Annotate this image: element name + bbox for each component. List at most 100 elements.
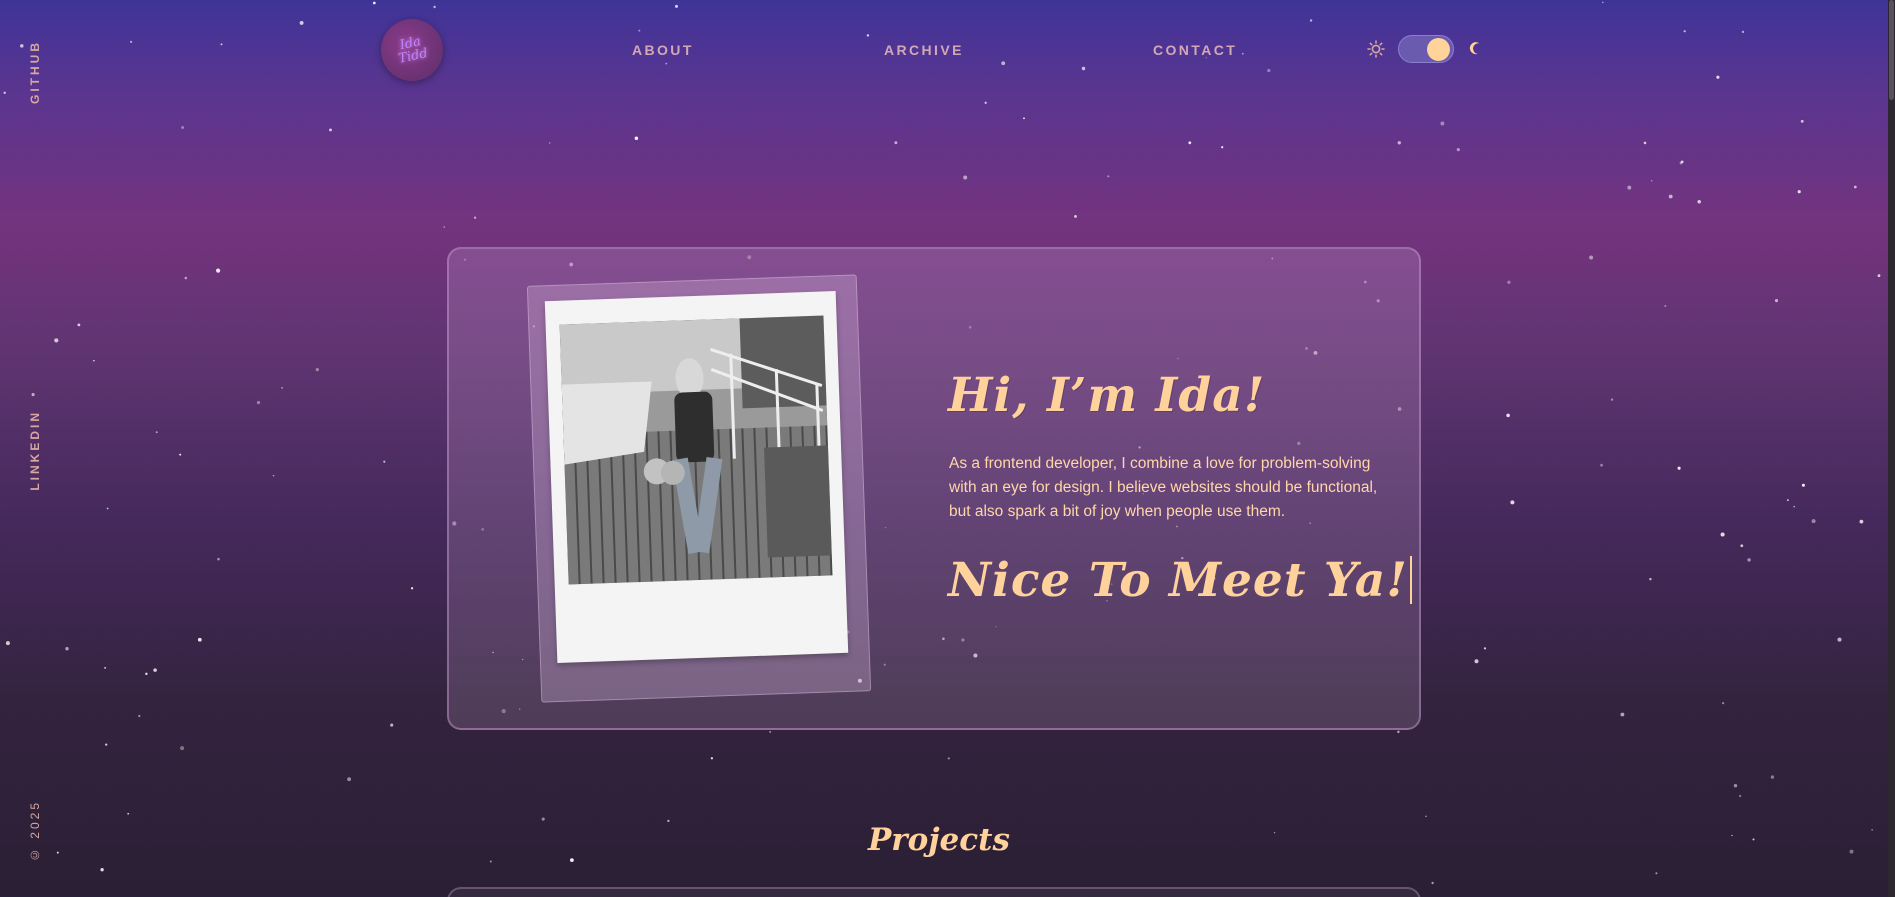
nav-about[interactable]: ABOUT [632, 42, 694, 58]
star [1273, 831, 1276, 834]
star [315, 367, 319, 372]
star [54, 338, 59, 343]
star [56, 851, 59, 854]
star [1731, 834, 1733, 837]
star [1627, 185, 1632, 190]
star [1510, 500, 1515, 505]
nav-archive[interactable]: ARCHIVE [884, 42, 964, 58]
star [1221, 146, 1224, 149]
moon-icon[interactable] [1468, 41, 1484, 57]
scrollbar[interactable] [1888, 0, 1895, 897]
star [130, 40, 133, 43]
star [1774, 299, 1779, 303]
star [106, 507, 109, 510]
star [769, 730, 772, 733]
star [77, 323, 81, 327]
star [299, 20, 304, 25]
star [1655, 872, 1658, 875]
github-link[interactable]: GITHUB [28, 40, 42, 104]
star [1107, 175, 1110, 178]
site-logo[interactable]: Ida Tidd [381, 19, 443, 81]
star [570, 858, 574, 862]
star [347, 777, 352, 782]
star [20, 44, 24, 48]
star [3, 91, 6, 94]
star [1664, 304, 1667, 308]
star [1023, 117, 1025, 120]
star [548, 142, 551, 144]
star [256, 400, 261, 405]
star [1241, 52, 1244, 55]
scrollbar-thumb[interactable] [1889, 0, 1894, 100]
star [1797, 190, 1801, 194]
star [489, 860, 492, 863]
hero-bio: As a frontend developer, I combine a lov… [949, 455, 1378, 520]
star [65, 647, 69, 651]
star [179, 453, 182, 456]
polaroid-frame [544, 291, 849, 663]
star [443, 226, 445, 228]
star [1001, 61, 1006, 66]
tagline-text: Nice To Meet Ya! [948, 553, 1408, 608]
star [675, 4, 678, 8]
star [963, 175, 968, 180]
star [184, 276, 188, 280]
star [105, 743, 108, 746]
star [217, 557, 220, 561]
star [1800, 119, 1804, 123]
star [1787, 499, 1789, 501]
star [155, 431, 158, 434]
star [1397, 730, 1400, 734]
star [473, 216, 477, 219]
star [1741, 30, 1745, 34]
star [1601, 1, 1604, 4]
sun-icon[interactable] [1367, 40, 1385, 58]
star [1483, 647, 1487, 650]
hero-title: Hi, I’m Ida! [948, 368, 1266, 423]
star [104, 667, 106, 669]
star [665, 62, 668, 65]
star [1649, 577, 1652, 581]
copyright-text: © 2025 [28, 800, 42, 863]
star [281, 386, 284, 389]
nav-contact[interactable]: CONTACT [1153, 42, 1237, 58]
projects-card-top [447, 887, 1421, 897]
star [1610, 398, 1614, 401]
star [1600, 463, 1603, 467]
star [1620, 712, 1625, 717]
star [1474, 659, 1479, 664]
star [1188, 141, 1192, 145]
star [1793, 505, 1795, 508]
star [1668, 194, 1673, 199]
star [1309, 19, 1313, 22]
star [1720, 532, 1725, 537]
star [1849, 849, 1854, 854]
star [1679, 161, 1683, 165]
star [329, 128, 332, 132]
star [1456, 147, 1460, 152]
star [1811, 519, 1816, 524]
star [138, 714, 141, 718]
star [1738, 794, 1742, 798]
star [1650, 180, 1653, 182]
star [866, 34, 870, 37]
star [127, 812, 130, 815]
star [180, 746, 185, 751]
star [145, 672, 148, 676]
star [153, 668, 157, 672]
star [1733, 784, 1738, 788]
star [1643, 141, 1647, 145]
star [541, 817, 545, 821]
star [433, 5, 436, 9]
star [383, 460, 386, 463]
logo-text: Ida Tidd [395, 34, 429, 67]
hero-tagline: Nice To Meet Ya! [948, 553, 1412, 608]
star [1859, 519, 1864, 524]
linkedin-link[interactable]: LINKEDIN [28, 410, 42, 491]
star [1801, 483, 1805, 487]
star [1507, 280, 1511, 284]
star [372, 1, 376, 5]
star [1431, 881, 1434, 885]
star [634, 136, 639, 141]
theme-toggle[interactable] [1398, 35, 1454, 63]
